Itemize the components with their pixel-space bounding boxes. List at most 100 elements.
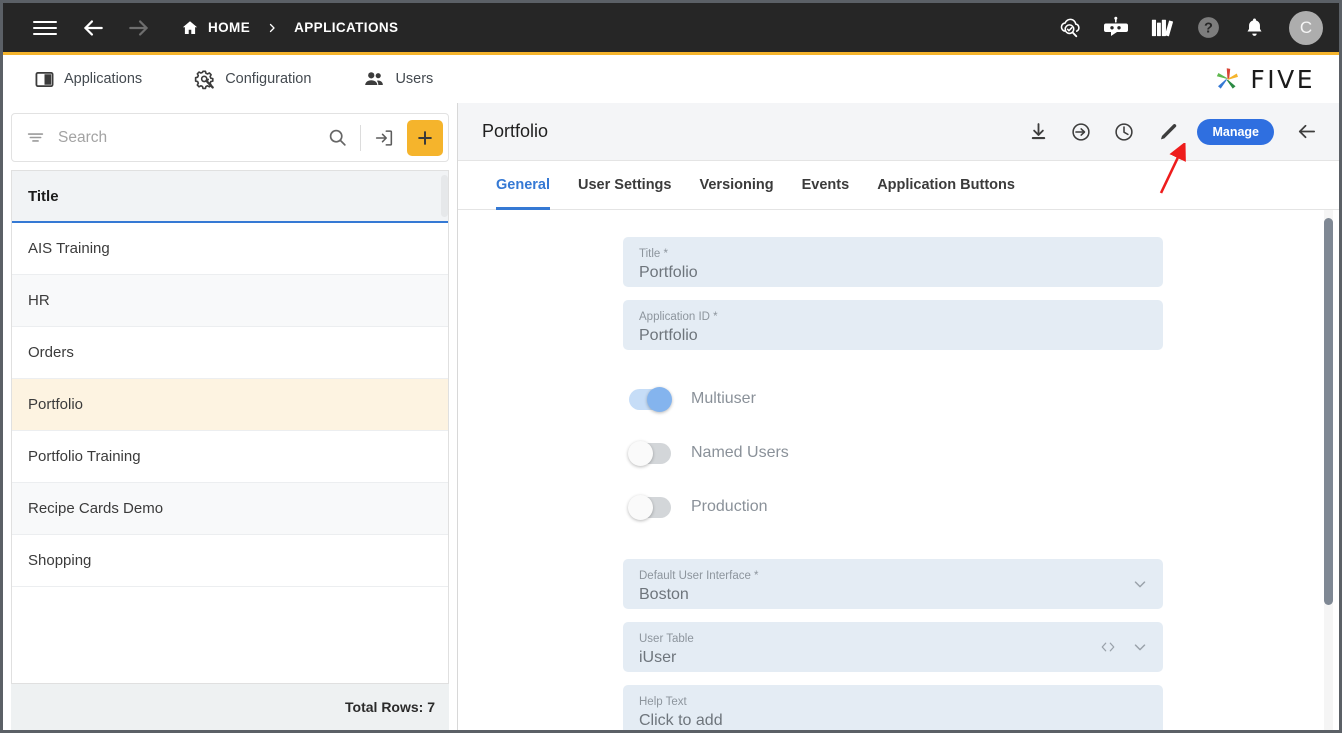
- search-input[interactable]: [50, 128, 320, 147]
- export-icon[interactable]: [367, 127, 401, 149]
- applications-icon: [35, 70, 54, 89]
- tab-application-buttons[interactable]: Application Buttons: [863, 161, 1029, 209]
- breadcrumb-home[interactable]: HOME: [181, 19, 250, 37]
- table-empty-space: [12, 587, 448, 662]
- row-title: Portfolio Training: [28, 448, 141, 465]
- nav-item-configuration[interactable]: Configuration: [180, 55, 325, 103]
- table-row[interactable]: Recipe Cards Demo: [12, 483, 448, 535]
- add-application-button[interactable]: [407, 119, 443, 156]
- gear-wrench-icon: [194, 69, 215, 90]
- title-field[interactable]: Title * Portfolio: [623, 237, 1163, 287]
- row-title: HR: [28, 292, 50, 309]
- avatar-initial: C: [1299, 17, 1313, 37]
- tab-events[interactable]: Events: [788, 161, 864, 209]
- application-id-field-value: Portfolio: [639, 326, 698, 344]
- module-nav-bar: Applications Configuration Users FIVE: [3, 55, 1339, 103]
- edit-pencil-icon[interactable]: [1154, 119, 1180, 145]
- table-rows: AIS Training HR Orders Portfolio Portfol…: [12, 223, 448, 683]
- divider: [360, 124, 361, 151]
- tab-label: General: [496, 177, 550, 193]
- row-title: Shopping: [28, 552, 92, 569]
- table-row[interactable]: Portfolio Training: [12, 431, 448, 483]
- row-title: Portfolio: [28, 396, 84, 413]
- detail-tabs: General User Settings Versioning Events …: [458, 161, 1339, 210]
- detail-back-icon[interactable]: [1293, 119, 1319, 145]
- row-title: Orders: [28, 344, 74, 361]
- help-text-field[interactable]: Help Text Click to add: [623, 685, 1163, 730]
- chevron-down-icon[interactable]: [1131, 575, 1149, 593]
- application-id-field-label: Application ID *: [639, 311, 718, 324]
- avatar[interactable]: C: [1289, 10, 1323, 45]
- named-users-toggle[interactable]: [628, 440, 671, 466]
- toggle-group: Multiuser Named Users Production: [623, 372, 1163, 534]
- application-detail-panel: Portfolio Manage General User Settings V…: [458, 103, 1339, 730]
- content-scrollbar[interactable]: [1324, 210, 1333, 730]
- user-table-icons: [1098, 622, 1149, 672]
- search-icon[interactable]: [320, 127, 354, 148]
- manage-button[interactable]: Manage: [1197, 118, 1274, 145]
- cloud-search-icon[interactable]: [1055, 13, 1085, 43]
- column-header-title: Title: [28, 187, 59, 205]
- arrow-left-icon[interactable]: [73, 8, 113, 48]
- title-field-label: Title *: [639, 248, 668, 261]
- help-icon[interactable]: ?: [1193, 13, 1223, 43]
- table-row[interactable]: AIS Training: [12, 223, 448, 275]
- production-label: Production: [691, 498, 768, 515]
- nav-item-users[interactable]: Users: [349, 55, 447, 103]
- user-table-field[interactable]: User Table iUser: [623, 622, 1163, 672]
- tab-user-settings[interactable]: User Settings: [564, 161, 685, 209]
- detail-header-actions: Manage: [1025, 118, 1319, 145]
- code-brackets-icon[interactable]: [1098, 638, 1118, 656]
- table-row[interactable]: HR: [12, 275, 448, 327]
- breadcrumb: HOME APPLICATIONS: [181, 19, 398, 37]
- tab-label: Application Buttons: [877, 177, 1015, 193]
- books-icon[interactable]: [1147, 13, 1177, 43]
- breadcrumb-current: APPLICATIONS: [294, 20, 399, 35]
- top-navigation-bar: HOME APPLICATIONS ? C: [3, 3, 1339, 52]
- chevron-down-icon[interactable]: [1131, 638, 1149, 656]
- list-scrollbar[interactable]: [441, 175, 448, 217]
- nav-label-users: Users: [395, 71, 434, 87]
- detail-header: Portfolio Manage: [458, 103, 1339, 161]
- tab-label: Versioning: [699, 177, 774, 193]
- chatbot-icon[interactable]: [1101, 13, 1131, 43]
- table-row[interactable]: Orders: [12, 327, 448, 379]
- help-text-label: Help Text: [639, 696, 687, 709]
- default-user-interface-label: Default User Interface *: [639, 570, 759, 583]
- production-toggle-row[interactable]: Production: [623, 480, 1163, 534]
- history-icon[interactable]: [1111, 119, 1137, 145]
- filter-icon[interactable]: [20, 128, 50, 147]
- topbar-left-group: HOME APPLICATIONS: [25, 8, 398, 48]
- application-window: HOME APPLICATIONS ? C Applications Confi…: [0, 0, 1342, 733]
- table-row-selected[interactable]: Portfolio: [12, 379, 448, 431]
- content-scrollbar-thumb[interactable]: [1324, 218, 1333, 605]
- nav-item-applications[interactable]: Applications: [21, 55, 156, 103]
- download-icon[interactable]: [1025, 119, 1051, 145]
- default-user-interface-value: Boston: [639, 585, 689, 603]
- tab-label: User Settings: [578, 177, 672, 193]
- main-body: Title AIS Training HR Orders Portfolio P…: [3, 103, 1339, 730]
- applications-table: Title AIS Training HR Orders Portfolio P…: [11, 170, 449, 683]
- named-users-toggle-row[interactable]: Named Users: [623, 426, 1163, 480]
- default-user-interface-field[interactable]: Default User Interface * Boston: [623, 559, 1163, 609]
- application-id-field[interactable]: Application ID * Portfolio: [623, 300, 1163, 350]
- search-bar: [11, 113, 449, 162]
- tab-versioning[interactable]: Versioning: [685, 161, 787, 209]
- table-column-header[interactable]: Title: [12, 171, 448, 223]
- production-toggle[interactable]: [628, 494, 671, 520]
- multiuser-toggle[interactable]: [629, 386, 672, 412]
- hamburger-icon[interactable]: [25, 8, 65, 48]
- user-table-value: iUser: [639, 648, 677, 666]
- breadcrumb-home-label: HOME: [208, 20, 251, 35]
- deploy-icon[interactable]: [1068, 119, 1094, 145]
- named-users-label: Named Users: [691, 444, 789, 461]
- home-icon: [181, 19, 199, 37]
- tab-general[interactable]: General: [482, 161, 564, 210]
- arrow-right-icon[interactable]: [119, 8, 159, 48]
- notifications-icon[interactable]: [1239, 13, 1269, 43]
- nav-label-applications: Applications: [64, 71, 143, 87]
- five-logo-mark: [1212, 64, 1243, 95]
- table-row[interactable]: Shopping: [12, 535, 448, 587]
- multiuser-toggle-row[interactable]: Multiuser: [623, 372, 1163, 426]
- nav-label-configuration: Configuration: [225, 71, 312, 87]
